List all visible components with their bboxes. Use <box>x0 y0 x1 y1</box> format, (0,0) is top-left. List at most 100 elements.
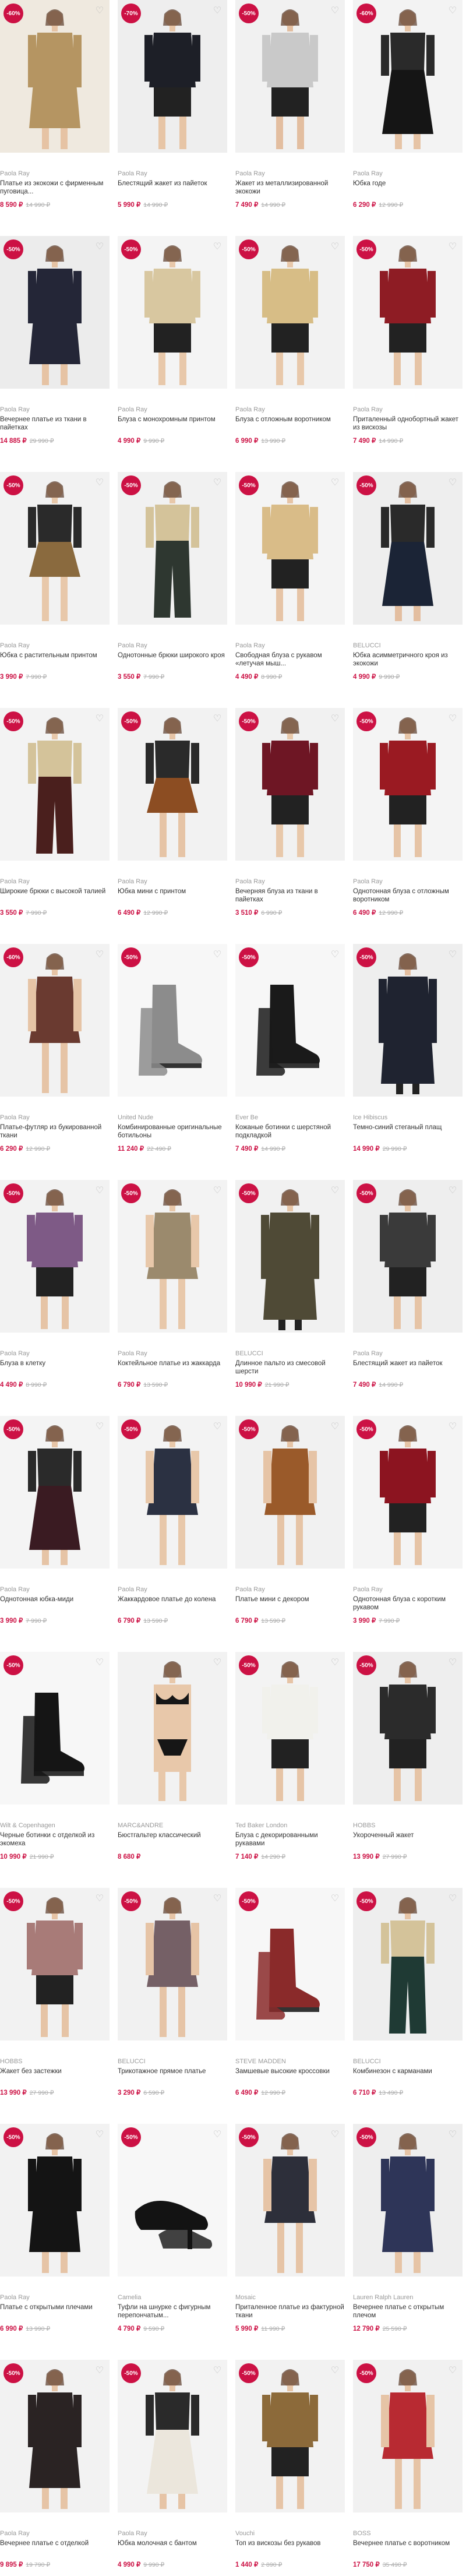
product-card[interactable]: -50% ♡ Paola Ray Однотонная блуза с коротки… <box>353 1416 463 1624</box>
product-photo[interactable]: -50% ♡ <box>235 472 345 625</box>
heart-icon[interactable]: ♡ <box>447 2130 458 2140</box>
product-card[interactable]: -50% ♡ BELUCCI Длинное пальто из смесовой ш… <box>235 1180 345 1389</box>
product-title[interactable]: Однотонная блуза с коротким рукавом <box>353 1595 463 1612</box>
heart-icon[interactable]: ♡ <box>212 1186 223 1196</box>
product-title[interactable]: Замшевые высокие кроссовки <box>235 2067 345 2084</box>
heart-icon[interactable]: ♡ <box>212 950 223 960</box>
product-photo[interactable]: -50% ♡ <box>235 2124 345 2277</box>
product-title[interactable]: Блестящий жакет из пайеток <box>118 179 227 196</box>
product-title[interactable]: Укороченный жакет <box>353 1831 463 1848</box>
product-title[interactable]: Блуза с отложным воротником <box>235 415 345 432</box>
product-photo[interactable]: -60% ♡ <box>0 944 110 1097</box>
heart-icon[interactable]: ♡ <box>447 242 458 252</box>
product-title[interactable]: Юбка с растительным принтом <box>0 651 110 668</box>
product-title[interactable]: Черные ботинки с отделкой из экомеха <box>0 1831 110 1848</box>
product-title[interactable]: Топ из вискозы без рукавов <box>235 2539 345 2556</box>
product-card[interactable]: -50% ♡ Paola Ray Однотонная юбка-миди 3 990 … <box>0 1416 110 1624</box>
product-card[interactable]: -50% ♡ Paola Ray Однотонные брюки широкого … <box>118 472 227 681</box>
heart-icon[interactable]: ♡ <box>212 478 223 488</box>
product-card[interactable]: -50% ♡ Ice Hibiscus Темно-синий стеганый пл… <box>353 944 463 1153</box>
product-title[interactable]: Блуза с декорированными рукавами <box>235 1831 345 1848</box>
product-photo[interactable]: -50% ♡ <box>118 944 227 1097</box>
heart-icon[interactable]: ♡ <box>447 1894 458 1904</box>
product-title[interactable]: Блуза в клетку <box>0 1359 110 1376</box>
product-card[interactable]: -50% ♡ Mosaic Приталенное платье из фактурн… <box>235 2124 345 2332</box>
product-card[interactable]: -50% ♡ Paola Ray Блуза с монохромным принто… <box>118 236 227 445</box>
heart-icon[interactable]: ♡ <box>212 6 223 16</box>
product-photo[interactable]: -50% ♡ <box>353 708 463 861</box>
product-card[interactable]: -50% ♡ Ever Be Кожаные ботинки с шерстяной … <box>235 944 345 1153</box>
heart-icon[interactable]: ♡ <box>330 1894 340 1904</box>
heart-icon[interactable]: ♡ <box>330 1422 340 1432</box>
product-card[interactable]: -50% ♡ HOBBS Укороченный жакет 13 990 ₽27 99… <box>353 1652 463 1860</box>
product-photo[interactable]: -50% ♡ <box>353 472 463 625</box>
product-photo[interactable]: -50% ♡ <box>0 1180 110 1333</box>
heart-icon[interactable]: ♡ <box>330 2366 340 2376</box>
product-title[interactable]: Туфли на шнурке с фигурным перепончатым.… <box>118 2303 227 2320</box>
product-card[interactable]: -50% ♡ Wilt & Copenhagen Черные ботинки с о… <box>0 1652 110 1860</box>
product-photo[interactable]: -50% ♡ <box>0 236 110 389</box>
product-photo[interactable]: -50% ♡ <box>353 2124 463 2277</box>
product-title[interactable]: Однотонные брюки широкого кроя <box>118 651 227 668</box>
product-card[interactable]: -50% ♡ Paola Ray Юбка мини с принтом 6 490 ₽… <box>118 708 227 917</box>
heart-icon[interactable]: ♡ <box>94 1186 105 1196</box>
heart-icon[interactable]: ♡ <box>330 6 340 16</box>
product-photo[interactable]: ♡ <box>118 1652 227 1805</box>
product-photo[interactable]: -70% ♡ <box>118 0 227 153</box>
heart-icon[interactable]: ♡ <box>447 950 458 960</box>
product-photo[interactable]: -50% ♡ <box>118 1888 227 2041</box>
heart-icon[interactable]: ♡ <box>212 1894 223 1904</box>
product-title[interactable]: Комбинезон с карманами <box>353 2067 463 2084</box>
product-card[interactable]: -50% ♡ Paola Ray Коктейльное платье из жакк… <box>118 1180 227 1389</box>
heart-icon[interactable]: ♡ <box>212 242 223 252</box>
product-title[interactable]: Длинное пальто из смесовой шерсти <box>235 1359 345 1376</box>
heart-icon[interactable]: ♡ <box>447 6 458 16</box>
product-card[interactable]: -50% ♡ Ted Baker London Блуза с декорирован… <box>235 1652 345 1860</box>
product-photo[interactable]: -50% ♡ <box>0 2360 110 2512</box>
heart-icon[interactable]: ♡ <box>330 714 340 724</box>
product-title[interactable]: Широкие брюки с высокой талией <box>0 887 110 904</box>
product-photo[interactable]: -50% ♡ <box>118 708 227 861</box>
product-title[interactable]: Жаккардовое платье до колена <box>118 1595 227 1612</box>
product-card[interactable]: -50% ♡ Paola Ray Блуза в клетку 4 490 ₽8 990… <box>0 1180 110 1389</box>
product-card[interactable]: -50% ♡ Paola Ray Юбка молочная с бантом 4 99… <box>118 2360 227 2568</box>
product-title[interactable]: Вечернее платье с отделкой <box>0 2539 110 2556</box>
product-card[interactable]: -60% ♡ Paola Ray Платье из экокожи с фирмен… <box>0 0 110 209</box>
product-photo[interactable]: -50% ♡ <box>235 1888 345 2041</box>
product-card[interactable]: -50% ♡ HOBBS Жакет без застежки 13 990 ₽27 9… <box>0 1888 110 2096</box>
product-card[interactable]: -50% ♡ Paola Ray Однотонная блуза с отложны… <box>353 708 463 917</box>
heart-icon[interactable]: ♡ <box>330 478 340 488</box>
heart-icon[interactable]: ♡ <box>94 2366 105 2376</box>
product-title[interactable]: Юбка мини с принтом <box>118 887 227 904</box>
product-title[interactable]: Вечерняя блуза из ткани в пайетках <box>235 887 345 904</box>
heart-icon[interactable]: ♡ <box>447 1422 458 1432</box>
heart-icon[interactable]: ♡ <box>94 6 105 16</box>
heart-icon[interactable]: ♡ <box>447 1658 458 1668</box>
product-photo[interactable]: -60% ♡ <box>0 0 110 153</box>
product-card[interactable]: -50% ♡ STEVE MADDEN Замшевые высокие кроссо… <box>235 1888 345 2096</box>
heart-icon[interactable]: ♡ <box>94 1894 105 1904</box>
product-photo[interactable]: -50% ♡ <box>235 2360 345 2512</box>
heart-icon[interactable]: ♡ <box>447 714 458 724</box>
product-title[interactable]: Комбинированные оригинальные ботильоны <box>118 1123 227 1140</box>
heart-icon[interactable]: ♡ <box>94 950 105 960</box>
product-title[interactable]: Жакет из металлизированной экокожи <box>235 179 345 196</box>
heart-icon[interactable]: ♡ <box>212 2366 223 2376</box>
product-card[interactable]: -50% ♡ BELUCCI Комбинезон с карманами 6 710 … <box>353 1888 463 2096</box>
product-title[interactable]: Свободная блуза с рукавом «летучая мыш..… <box>235 651 345 668</box>
heart-icon[interactable]: ♡ <box>212 2130 223 2140</box>
product-photo[interactable]: -50% ♡ <box>353 2360 463 2512</box>
product-card[interactable]: -50% ♡ Paola Ray Платье с открытыми плечами… <box>0 2124 110 2332</box>
product-title[interactable]: Бюстгальтер классический <box>118 1831 227 1848</box>
product-card[interactable]: -50% ♡ United Nude Комбинированные оригинал… <box>118 944 227 1153</box>
product-card[interactable]: -50% ♡ Vouchi Топ из вискозы без рукавов 1 4… <box>235 2360 345 2568</box>
product-card[interactable]: -60% ♡ Paola Ray Платье-футляр из букирован… <box>0 944 110 1153</box>
heart-icon[interactable]: ♡ <box>330 2130 340 2140</box>
product-photo[interactable]: -50% ♡ <box>118 1416 227 1569</box>
product-title[interactable]: Вечернее платье с открытым плечом <box>353 2303 463 2320</box>
product-card[interactable]: -50% ♡ Paola Ray Вечернее платье с отделкой… <box>0 2360 110 2568</box>
product-title[interactable]: Блестящий жакет из пайеток <box>353 1359 463 1376</box>
product-photo[interactable]: -50% ♡ <box>235 0 345 153</box>
product-photo[interactable]: -50% ♡ <box>353 1652 463 1805</box>
product-photo[interactable]: -50% ♡ <box>118 236 227 389</box>
